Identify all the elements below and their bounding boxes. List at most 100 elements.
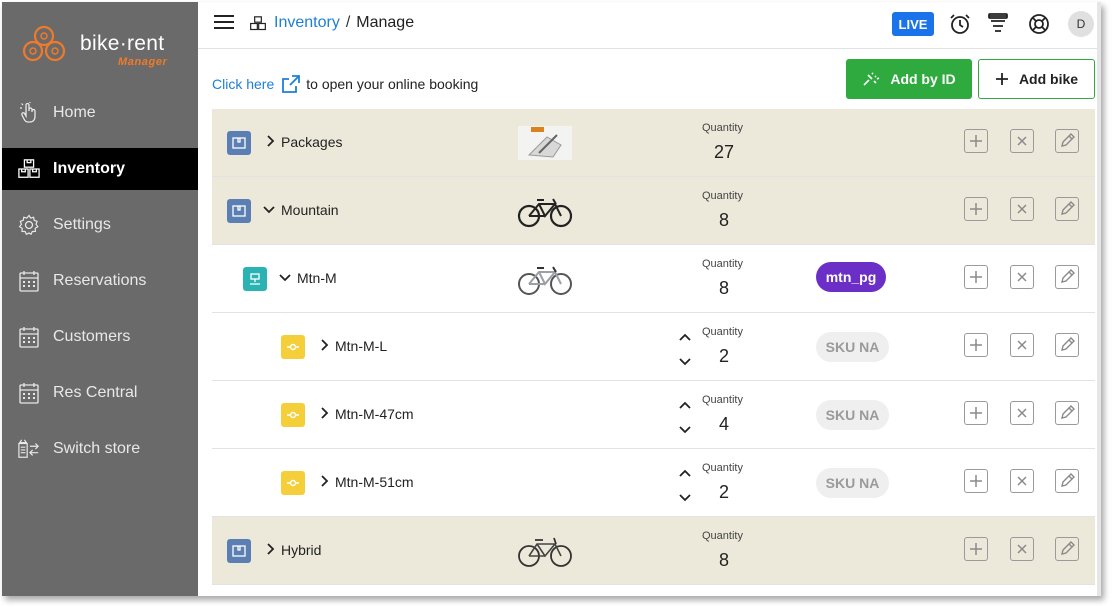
external-link-icon[interactable] [282, 75, 301, 93]
row-name: Mtn-M-47cm [335, 406, 414, 422]
edit-icon[interactable] [1055, 333, 1079, 357]
sidebar-item-label: Switch store [53, 440, 141, 457]
chevron-right-icon[interactable] [264, 135, 276, 147]
mountain-bike-thumbnail [518, 266, 572, 295]
quantity-value: 4 [718, 414, 729, 434]
add-icon[interactable] [964, 333, 988, 357]
chevron-right-icon[interactable] [318, 339, 330, 351]
chevron-right-icon[interactable] [264, 543, 276, 555]
scan-id-icon [863, 72, 880, 86]
box-icon [227, 131, 251, 155]
edit-icon[interactable] [1055, 129, 1079, 153]
top-header: Inventory / Manage LIVE D [198, 2, 1101, 49]
brand-logo[interactable]: bike·rent Manager [20, 24, 190, 72]
boxes-icon [18, 158, 40, 180]
plus-icon [995, 73, 1008, 85]
sidebar-item-label: Customers [53, 328, 131, 345]
boxes-icon [250, 15, 266, 31]
table-row[interactable]: Packages Quantity 27 [212, 109, 1095, 177]
sort-arrows-icon[interactable] [678, 401, 692, 435]
chevron-down-icon[interactable] [263, 203, 275, 215]
quantity-label: Quantity [702, 394, 743, 406]
quantity-label: Quantity [702, 122, 743, 134]
row-name: Hybrid [281, 542, 322, 558]
sort-arrows-icon[interactable] [678, 469, 692, 503]
add-icon[interactable] [964, 469, 988, 493]
sidebar: bike·rent Manager Home Inventory Setting… [2, 2, 198, 596]
chevron-right-icon[interactable] [318, 407, 330, 419]
sidebar-item-inventory[interactable]: Inventory [2, 148, 198, 190]
delete-icon[interactable] [1010, 333, 1034, 357]
sort-arrows-icon[interactable] [678, 333, 692, 367]
delete-icon[interactable] [1010, 129, 1034, 153]
row-name: Mtn-M [297, 270, 337, 286]
add-bike-button[interactable]: Add bike [978, 59, 1095, 99]
delete-icon[interactable] [1010, 469, 1034, 493]
avatar[interactable]: D [1068, 11, 1094, 37]
sidebar-item-label: Home [53, 104, 96, 121]
calendar-icon [18, 270, 40, 292]
booking-link[interactable]: Click here [212, 76, 274, 92]
edit-icon[interactable] [1055, 469, 1079, 493]
gear-icon [18, 214, 40, 236]
delete-icon[interactable] [1010, 401, 1034, 425]
chevron-down-icon[interactable] [279, 271, 291, 283]
stack-icon[interactable] [986, 12, 1010, 36]
edit-icon[interactable] [1055, 537, 1079, 561]
sidebar-item-label: Settings [53, 216, 111, 233]
add-icon[interactable] [964, 265, 988, 289]
add-icon[interactable] [964, 401, 988, 425]
breadcrumb: Inventory / Manage [250, 14, 414, 32]
table-row[interactable]: Mtn-M-47cm Quantity 4 SKU NA [212, 381, 1095, 449]
sidebar-item-settings[interactable]: Settings [2, 204, 198, 246]
sidebar-item-res-central[interactable]: Res Central [2, 372, 198, 414]
pricing-group-badge[interactable]: mtn_pg [816, 262, 886, 292]
lifebuoy-icon[interactable] [1027, 12, 1051, 36]
hybrid-bike-thumbnail [518, 537, 572, 567]
sku-status-badge: SKU NA [816, 468, 889, 498]
alarm-clock-icon[interactable] [948, 12, 972, 36]
breadcrumb-inventory-link[interactable]: Inventory [274, 14, 340, 32]
chevron-right-icon[interactable] [318, 475, 330, 487]
sidebar-item-switch-store[interactable]: Switch store [2, 428, 198, 470]
model-icon [243, 267, 267, 291]
edit-icon[interactable] [1055, 265, 1079, 289]
calendar-icon [18, 326, 40, 348]
edit-icon[interactable] [1055, 197, 1079, 221]
table-row[interactable]: Mtn-M-51cm Quantity 2 SKU NA [212, 449, 1095, 517]
quantity-label: Quantity [702, 326, 743, 338]
table-row[interactable]: Mtn-M Quantity 8 mtn_pg [212, 245, 1095, 313]
box-icon [227, 199, 251, 223]
add-icon[interactable] [964, 129, 988, 153]
quantity-value: 2 [718, 346, 729, 366]
hamburger-menu-icon[interactable] [214, 15, 234, 31]
table-row[interactable]: Hybrid Quantity 8 [212, 517, 1095, 585]
live-button[interactable]: LIVE [892, 12, 934, 36]
vertical-scrollbar[interactable] [1097, 2, 1101, 596]
mountain-bike-thumbnail [517, 198, 573, 228]
sidebar-item-reservations[interactable]: Reservations [2, 260, 198, 302]
sidebar-item-label: Reservations [53, 272, 147, 289]
table-row[interactable]: Mtn-M-L Quantity 2 SKU NA [212, 313, 1095, 381]
delete-icon[interactable] [1010, 265, 1034, 289]
quantity-value: 8 [718, 210, 729, 230]
delete-icon[interactable] [1010, 537, 1034, 561]
sidebar-item-home[interactable]: Home [2, 92, 198, 134]
table-row[interactable]: Mountain Quantity 8 [212, 177, 1095, 245]
delete-icon[interactable] [1010, 197, 1034, 221]
row-name: Packages [281, 134, 343, 150]
sidebar-item-customers[interactable]: Customers [2, 316, 198, 358]
add-icon[interactable] [964, 537, 988, 561]
sku-status-badge: SKU NA [816, 400, 889, 430]
quantity-value: 27 [713, 142, 735, 162]
add-icon[interactable] [964, 197, 988, 221]
switch-store-icon [18, 438, 40, 460]
breadcrumb-current: Manage [356, 14, 415, 31]
quantity-label: Quantity [702, 190, 743, 202]
add-by-id-button[interactable]: Add by ID [846, 59, 972, 99]
breadcrumb-separator: / [345, 14, 351, 31]
edit-icon[interactable] [1055, 401, 1079, 425]
row-name: Mtn-M-L [335, 338, 388, 354]
sidebar-item-label: Inventory [53, 160, 126, 177]
add-by-id-label: Add by ID [890, 71, 956, 87]
